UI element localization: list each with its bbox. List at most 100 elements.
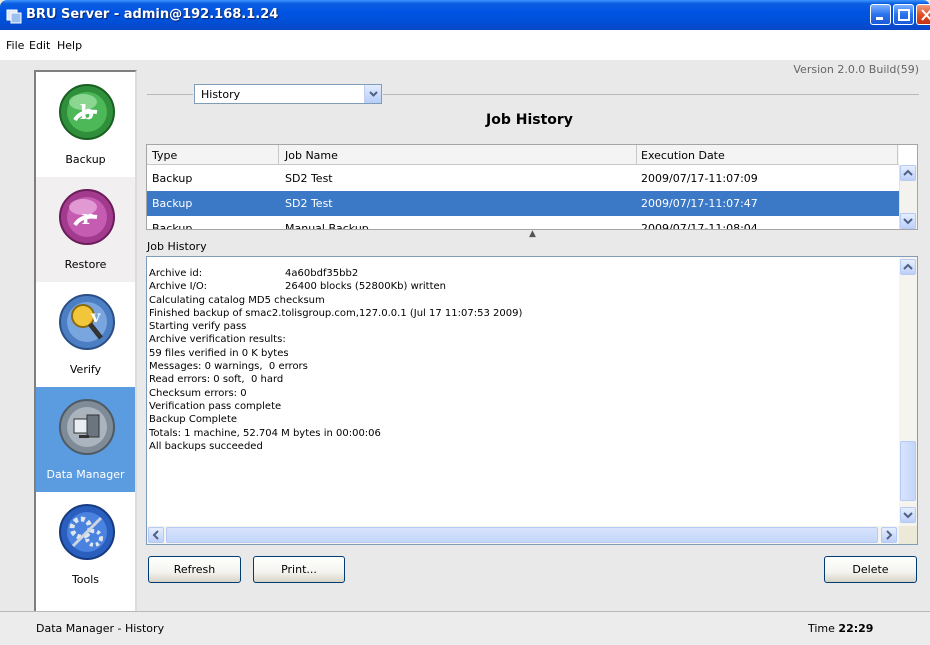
close-button[interactable] (916, 4, 930, 25)
cell-type: Backup (152, 197, 193, 210)
log-horizontal-scrollbar[interactable] (147, 526, 899, 544)
print-button[interactable]: Print... (253, 556, 345, 583)
menu-edit[interactable]: Edit (29, 39, 50, 52)
scroll-down-button[interactable] (900, 507, 916, 523)
scroll-up-button[interactable] (900, 259, 916, 275)
verify-icon: v (59, 294, 115, 350)
log-archive-id: Archive id: 4a60bdf35bb2 (149, 267, 522, 280)
sidebar-label-tools: Tools (71, 573, 100, 586)
sidebar-item-tools[interactable]: Tools (36, 492, 135, 597)
job-log[interactable]: Archive id: 4a60bdf35bb2 Archive I/O: 26400… (146, 256, 918, 545)
column-divider[interactable] (897, 145, 898, 165)
sidebar-item-restore[interactable]: r Restore (36, 177, 135, 282)
app-window: BRU Server - admin@192.168.1.24 File Edi… (0, 0, 930, 645)
time-label: Time (808, 622, 835, 635)
maximize-button[interactable] (893, 4, 914, 25)
menu-bar: File Edit Help (0, 30, 930, 60)
scroll-up-button[interactable] (900, 165, 916, 181)
log-line: All backups succeeded (149, 440, 263, 452)
minimize-icon (876, 17, 883, 20)
restore-icon: r (59, 189, 115, 245)
chevron-down-icon (369, 91, 378, 97)
log-line: Verification pass complete (149, 400, 282, 412)
divider (147, 94, 193, 95)
chevron-up-icon (903, 169, 913, 176)
column-header-execution-date[interactable]: Execution Date (641, 149, 725, 162)
column-header-type[interactable]: Type (152, 149, 177, 162)
data-manager-icon (59, 399, 115, 455)
log-line: Archive verification results: (149, 334, 286, 346)
refresh-button[interactable]: Refresh (148, 556, 241, 583)
sidebar-label-restore: Restore (64, 258, 107, 271)
column-divider[interactable] (278, 145, 279, 165)
close-icon (921, 9, 930, 21)
log-line: Starting verify pass (149, 321, 247, 333)
table-row[interactable]: Backup Manual Backup 2009/07/17-11:08:04 (147, 216, 899, 230)
svg-text:r: r (82, 205, 93, 229)
menu-help[interactable]: Help (57, 39, 82, 52)
log-horizontal-scroll-thumb[interactable] (166, 527, 878, 543)
delete-button[interactable]: Delete (824, 556, 917, 583)
chevron-down-icon (903, 512, 913, 519)
chevron-right-icon (886, 530, 893, 540)
cell-job-name: SD2 Test (285, 172, 333, 185)
chevron-left-icon (152, 530, 159, 540)
log-line: Calculating catalog MD5 checksum (149, 294, 325, 306)
status-clock: Time 22:29 (808, 622, 873, 635)
sidebar-item-data-manager[interactable]: Data Manager (36, 387, 135, 492)
log-archive-io-value: 26400 blocks (52800Kb) written (285, 281, 447, 293)
log-archive-id-label: Archive id: (149, 268, 203, 279)
minimize-button[interactable] (870, 4, 891, 25)
view-select-toggle[interactable] (364, 85, 381, 103)
sidebar: b Backup r Restore v Verify Data Manager… (34, 70, 137, 616)
backup-icon: b (59, 84, 115, 140)
sidebar-label-data-manager: Data Manager (46, 468, 125, 481)
scroll-right-button[interactable] (881, 527, 897, 543)
table-row-selected[interactable]: Backup SD2 Test 2009/07/17-11:07:47 (147, 191, 899, 216)
sidebar-item-verify[interactable]: v Verify (36, 282, 135, 387)
table-vertical-scrollbar[interactable] (899, 165, 917, 229)
view-select[interactable]: History (194, 84, 382, 104)
window-title: BRU Server - admin@192.168.1.24 (26, 7, 279, 22)
log-line: Backup Complete (149, 414, 238, 426)
log-content: Archive id: 4a60bdf35bb2 Archive I/O: 26400… (149, 267, 522, 453)
splitter-handle[interactable]: ▲ (529, 229, 536, 239)
column-divider[interactable] (636, 145, 637, 165)
log-archive-io: Archive I/O: 26400 blocks (52800Kb) writt… (149, 280, 522, 293)
main-panel: Version 2.0.0 Build(59) b Backup r Resto… (0, 60, 930, 616)
page-title: Job History (486, 112, 573, 128)
chevron-up-icon (903, 263, 913, 270)
cell-type: Backup (152, 222, 193, 230)
cell-execution-date: 2009/07/17-11:08:04 (641, 222, 758, 230)
table-header: Type Job Name Execution Date (147, 145, 899, 165)
column-header-job-name[interactable]: Job Name (285, 149, 338, 162)
cell-execution-date: 2009/07/17-11:07:09 (641, 172, 758, 185)
cell-job-name: Manual Backup (285, 222, 369, 230)
cell-job-name: SD2 Test (285, 197, 333, 210)
log-vertical-scroll-thumb[interactable] (900, 441, 916, 501)
title-bar[interactable]: BRU Server - admin@192.168.1.24 (0, 0, 930, 30)
log-line: 59 files verified in 0 K bytes (149, 347, 289, 359)
status-text: Data Manager - History (36, 622, 165, 635)
divider (383, 94, 919, 95)
svg-text:b: b (80, 100, 94, 124)
view-select-value: History (201, 88, 241, 101)
menu-file[interactable]: File (6, 39, 24, 52)
version-label: Version 2.0.0 Build(59) (793, 63, 919, 76)
table-row[interactable]: Backup SD2 Test 2009/07/17-11:07:09 (147, 166, 899, 191)
svg-text:v: v (90, 307, 101, 326)
sidebar-label-verify: Verify (69, 363, 102, 376)
scroll-down-button[interactable] (900, 213, 916, 229)
log-line: Checksum errors: 0 (149, 387, 247, 399)
maximize-icon (898, 9, 910, 21)
log-archive-io-label: Archive I/O: (149, 281, 207, 293)
sidebar-item-backup[interactable]: b Backup (36, 72, 135, 177)
tools-icon (59, 504, 115, 560)
log-line: Finished backup of smac2.tolisgroup.com,… (149, 307, 523, 319)
scroll-left-button[interactable] (148, 527, 164, 543)
cell-type: Backup (152, 172, 193, 185)
status-bar: Data Manager - History Time 22:29 (0, 612, 930, 645)
sidebar-label-backup: Backup (65, 153, 106, 166)
chevron-down-icon (903, 218, 913, 225)
scrollbar-corner (899, 526, 917, 544)
